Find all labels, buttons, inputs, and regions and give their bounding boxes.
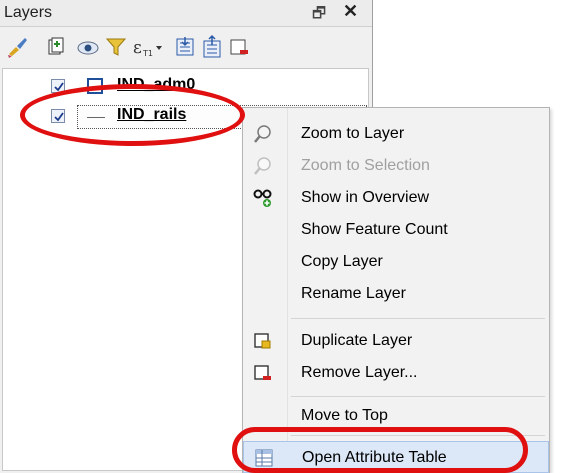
menu-item-label: Remove Layer... xyxy=(301,364,418,381)
menu-item-open-attribute-table[interactable]: Open Attribute Table xyxy=(243,441,549,473)
polygon-symbol-icon xyxy=(87,78,103,94)
menu-item-move-to-top[interactable]: Move to Top xyxy=(243,400,549,432)
panel-title: Layers xyxy=(4,4,53,21)
expression-filter-icon[interactable]: ε T1 xyxy=(132,34,162,60)
menu-separator xyxy=(291,318,545,319)
menu-item-label: Copy Layer xyxy=(301,253,383,270)
layer-visibility-checkbox[interactable] xyxy=(51,109,65,123)
menu-item-zoom-to-selection[interactable]: Zoom to Selection xyxy=(243,150,549,182)
layer-row-ind-adm0[interactable]: IND_adm0 xyxy=(3,75,368,99)
layers-panel-titlebar: Layers 🗗 ✕ xyxy=(0,0,372,27)
menu-item-zoom-to-layer[interactable]: Zoom to Layer xyxy=(243,118,549,150)
float-panel-icon[interactable]: 🗗 xyxy=(312,3,326,28)
menu-item-label: Show Feature Count xyxy=(301,221,448,238)
menu-item-label: Zoom to Layer xyxy=(301,125,405,142)
duplicate-layer-icon xyxy=(253,331,273,351)
menu-item-label: Duplicate Layer xyxy=(301,332,413,349)
add-group-icon[interactable] xyxy=(44,34,68,60)
layer-visibility-checkbox[interactable] xyxy=(51,79,65,93)
menu-item-show-in-overview[interactable]: Show in Overview xyxy=(243,182,549,214)
layer-name: IND_rails xyxy=(117,106,187,123)
menu-item-label: Show in Overview xyxy=(301,189,430,206)
menu-item-label: Move to Top xyxy=(301,407,388,424)
menu-item-show-feature-count[interactable]: Show Feature Count xyxy=(243,214,549,246)
menu-item-remove-layer[interactable]: Remove Layer... xyxy=(243,357,549,389)
menu-item-duplicate-layer[interactable]: Duplicate Layer xyxy=(243,325,549,357)
menu-item-copy-layer[interactable]: Copy Layer xyxy=(243,246,549,278)
menu-separator xyxy=(291,396,545,397)
close-panel-icon[interactable]: ✕ xyxy=(343,1,358,22)
menu-separator xyxy=(291,435,545,436)
zoom-icon xyxy=(253,124,273,144)
eye-icon[interactable] xyxy=(76,34,100,60)
menu-item-label: Rename Layer xyxy=(301,285,406,302)
svg-text:T1: T1 xyxy=(142,49,153,58)
glasses-plus-icon xyxy=(253,188,273,208)
menu-item-label: Open Attribute Table xyxy=(302,449,447,466)
filter-icon[interactable] xyxy=(104,34,128,60)
collapse-all-icon[interactable] xyxy=(201,34,225,60)
expand-all-icon[interactable] xyxy=(174,34,198,60)
remove-layer-icon[interactable] xyxy=(228,34,252,60)
layers-toolbar: ε T1 xyxy=(0,30,372,64)
style-brush-icon[interactable] xyxy=(6,34,30,60)
svg-text:ε: ε xyxy=(133,38,142,58)
menu-item-rename-layer[interactable]: Rename Layer xyxy=(243,278,549,310)
table-icon xyxy=(254,448,274,468)
zoom-icon xyxy=(253,156,273,176)
line-symbol-icon xyxy=(87,117,105,118)
remove-layer-icon xyxy=(253,363,273,383)
menu-item-label: Zoom to Selection xyxy=(301,157,430,174)
layer-name: IND_adm0 xyxy=(117,76,196,93)
layer-context-menu: Zoom to Layer Zoom to Selection Show in … xyxy=(242,107,550,473)
